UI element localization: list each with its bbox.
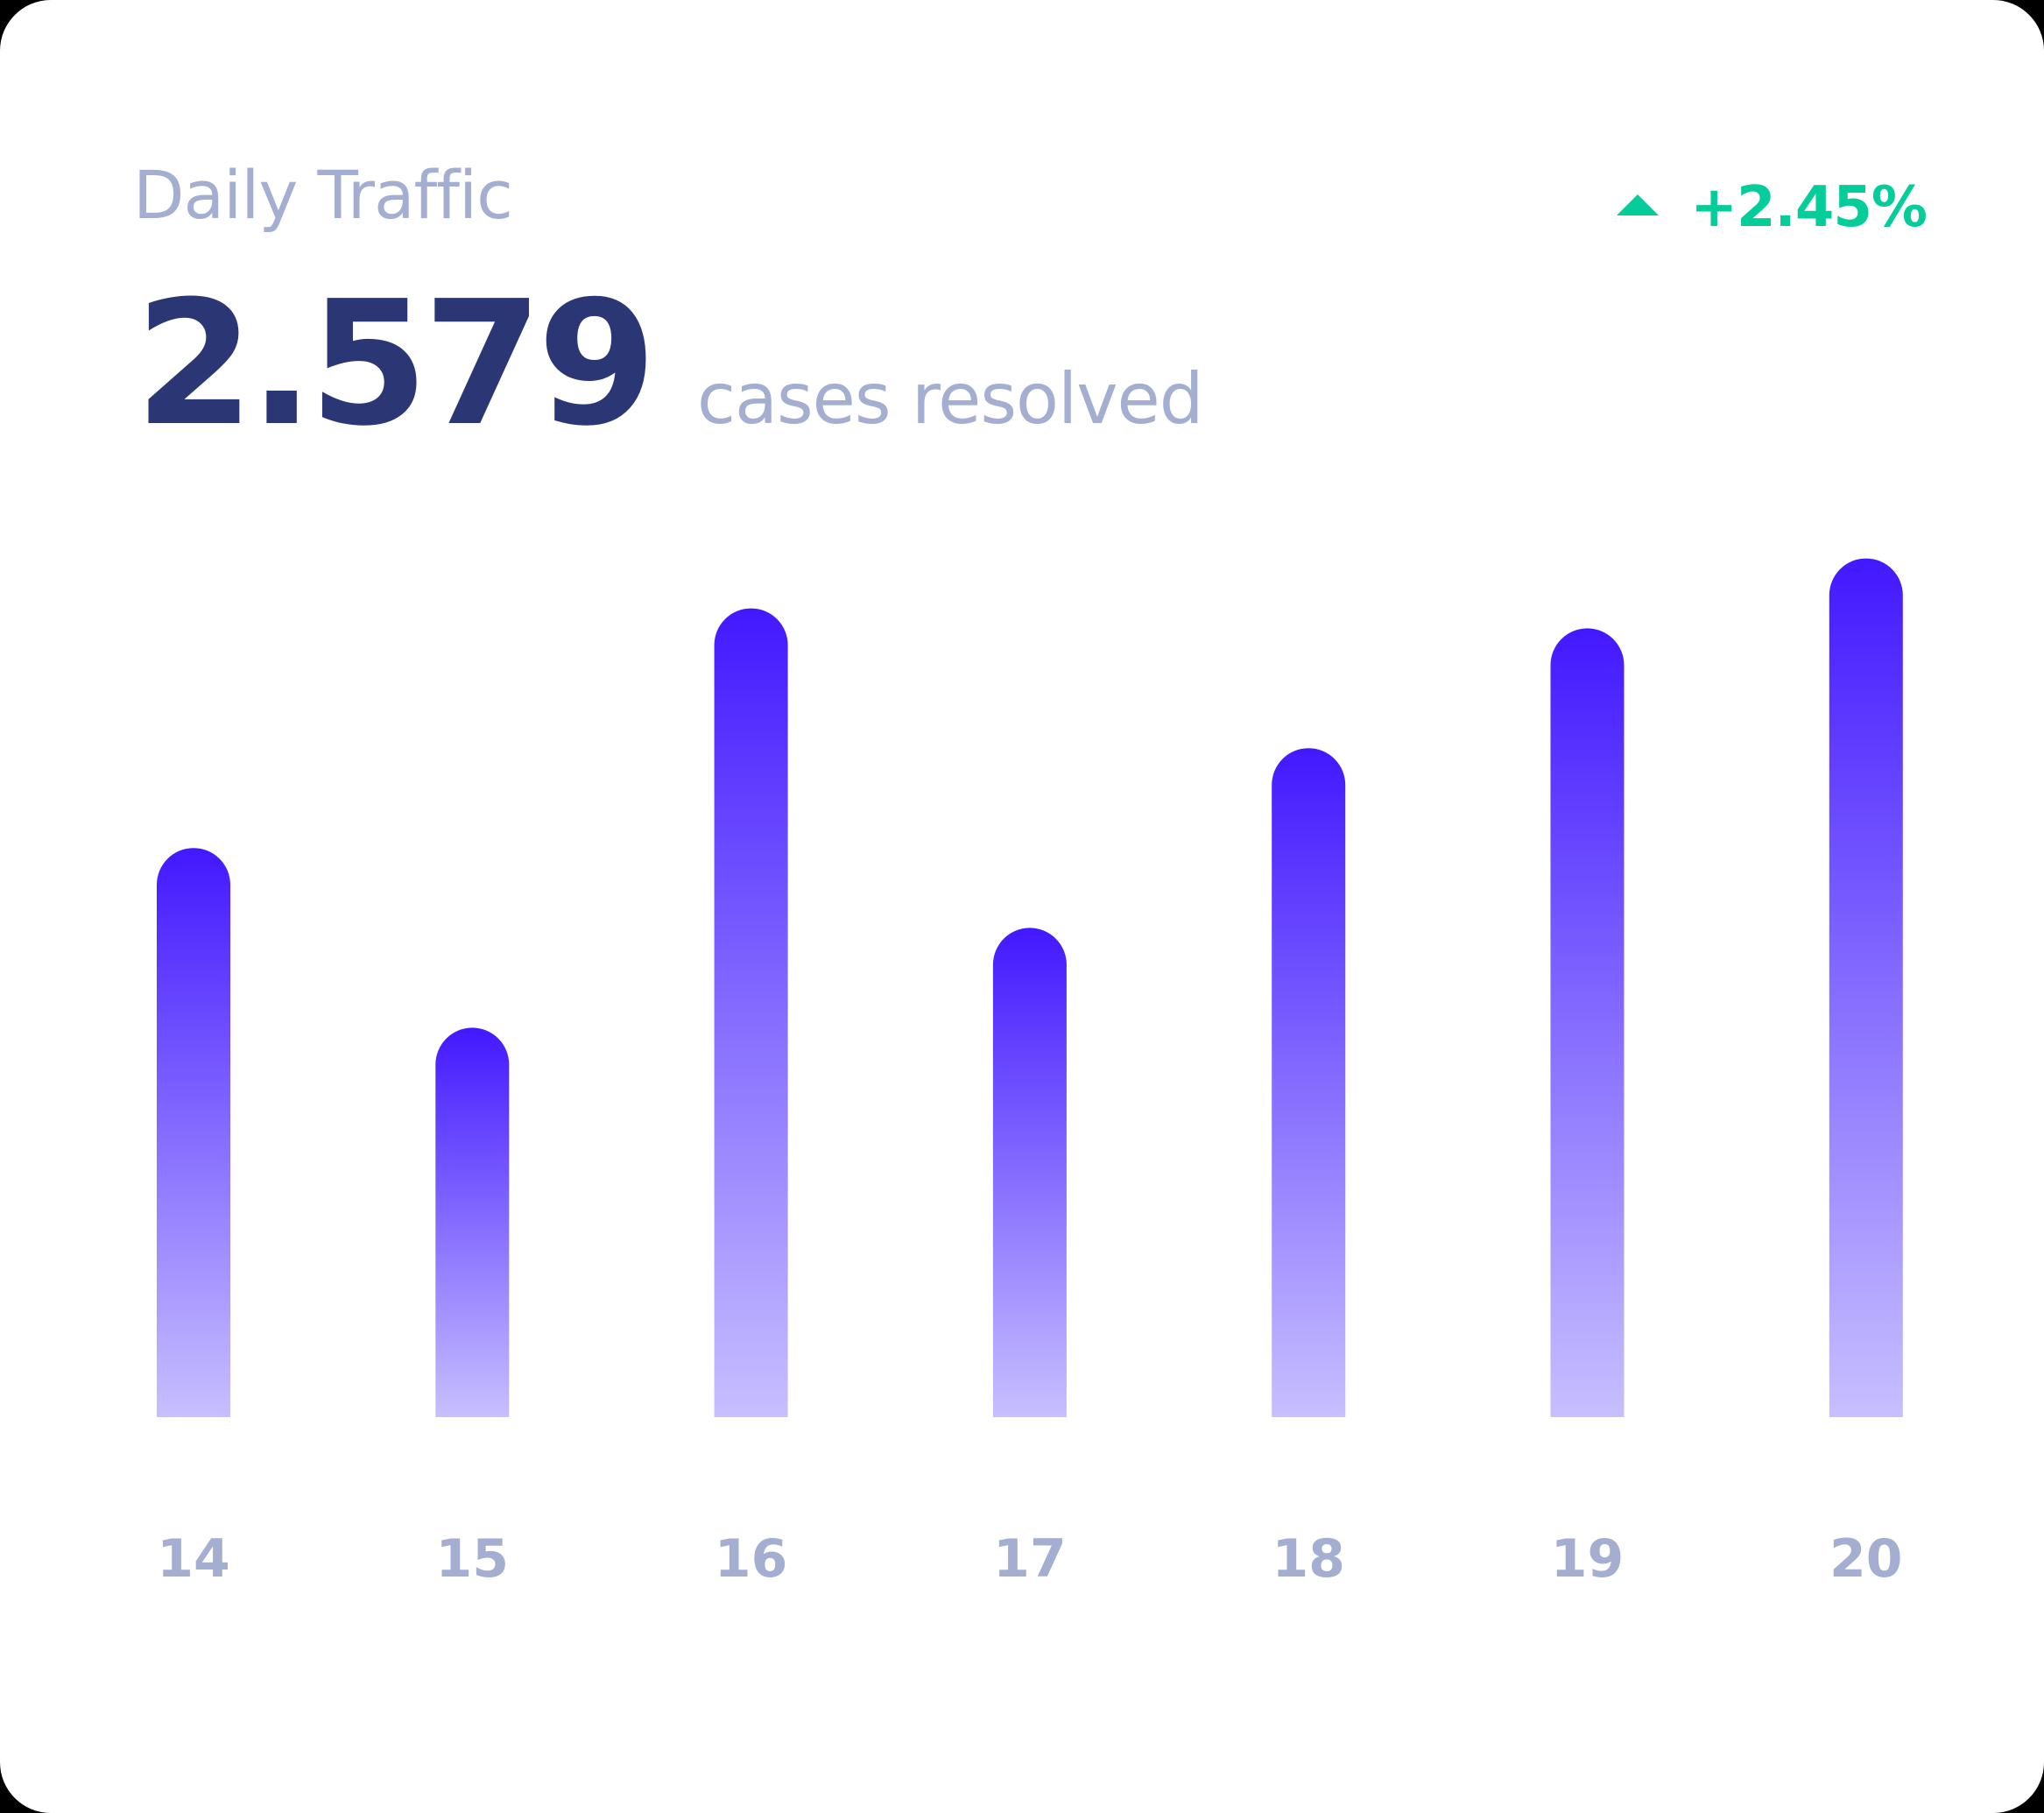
daily-traffic-card: Daily Traffic +2.45% 2.579 cases resolve…	[0, 0, 2044, 1813]
x-tick-label: 19	[1551, 1528, 1625, 1590]
bar-chart: 14 15 16 17 18 19 20	[157, 558, 1903, 1590]
x-tick-label: 18	[1272, 1528, 1345, 1590]
bar-15	[435, 1027, 510, 1417]
bar-20	[1829, 558, 1903, 1417]
bars-group	[157, 558, 1903, 1417]
x-ticks-group: 14 15 16 17 18 19 20	[157, 1528, 1902, 1590]
bar-19	[1550, 628, 1625, 1417]
bar-16	[714, 608, 788, 1417]
x-tick-label: 17	[993, 1528, 1067, 1590]
bar-18	[1272, 748, 1346, 1417]
bar-17	[992, 928, 1067, 1417]
x-tick-label: 20	[1829, 1528, 1903, 1590]
x-tick-label: 15	[436, 1528, 510, 1590]
x-tick-label: 14	[157, 1528, 230, 1590]
bar-14	[157, 848, 230, 1417]
x-tick-label: 16	[715, 1528, 788, 1590]
